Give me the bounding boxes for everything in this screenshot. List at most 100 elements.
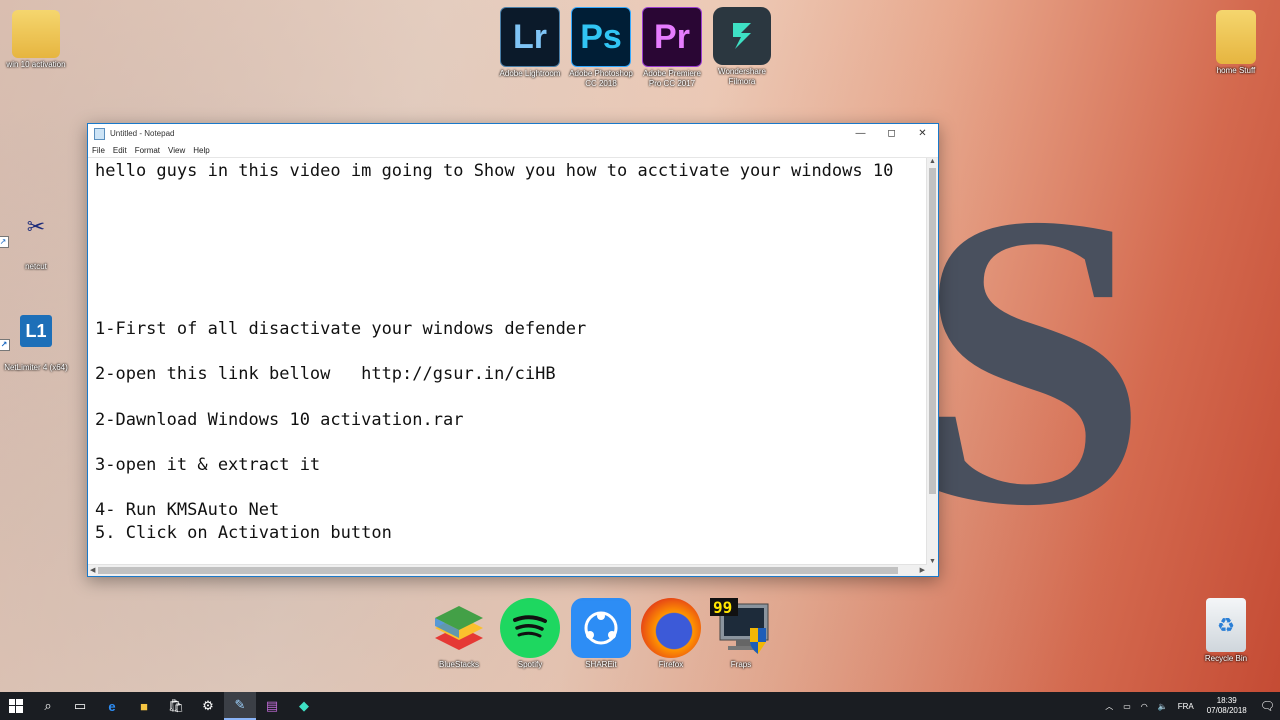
- desktop-icon-label: BlueStacks: [438, 660, 480, 669]
- scroll-up-icon[interactable]: ▲: [927, 158, 938, 165]
- text-line: [95, 296, 920, 319]
- text-line: 4- Run KMSAuto Net: [95, 499, 280, 520]
- desktop-icon-label: Wondershare Filmora: [718, 67, 766, 86]
- desktop-icon-shareit[interactable]: SHAREit: [566, 598, 636, 670]
- task-view-icon: ▭: [73, 698, 87, 713]
- spotify-icon: [500, 598, 560, 658]
- desktop-icon-label: Spotify: [517, 660, 543, 669]
- menu-format[interactable]: Format: [135, 146, 160, 155]
- task-view-button[interactable]: ▭: [64, 692, 96, 720]
- fraps-icon: 99: [710, 598, 772, 658]
- scroll-left-icon[interactable]: ◀: [90, 565, 95, 576]
- taskbar-store[interactable]: 🛍: [160, 692, 192, 720]
- taskbar-filmora[interactable]: ◆: [288, 692, 320, 720]
- notepad-icon: [94, 127, 105, 140]
- clock-time: 18:39: [1216, 696, 1237, 705]
- folder-icon: ■: [140, 698, 148, 714]
- desktop-icon-label: netcut: [25, 262, 47, 271]
- taskbar: ⌕ ▭ e ■ 🛍 ⚙ ✎ ▤ ◆ ︿ ▭ ◠ 🔈 FRA 18:39 07/0…: [0, 692, 1280, 720]
- lightroom-icon: Lr: [500, 7, 560, 67]
- edge-icon: e: [108, 698, 116, 714]
- notification-icon[interactable]: 🗨: [1260, 699, 1275, 713]
- desktop-icon-netcut[interactable]: ✂ ↗ netcut: [0, 210, 71, 272]
- minimize-button[interactable]: —: [845, 128, 876, 139]
- desktop-icon-filmora[interactable]: Wondershare Filmora: [707, 7, 777, 87]
- taskbar-settings[interactable]: ⚙: [192, 692, 224, 720]
- app-icon: ▤: [265, 698, 279, 713]
- desktop-icon-photoshop[interactable]: Ps Adobe Photoshop CC 2018: [566, 7, 636, 89]
- desktop-icon-win10-activation[interactable]: win 10 activation: [1, 10, 71, 70]
- desktop-icon-netlimiter[interactable]: L1 ↗ NetLimiter 4 (x64): [0, 315, 71, 373]
- firefox-icon: [641, 598, 701, 658]
- close-button[interactable]: ✕: [907, 128, 938, 139]
- text-line: [95, 205, 920, 228]
- text-editor-area[interactable]: hello guys in this video im going to Sho…: [88, 158, 927, 565]
- title-bar[interactable]: Untitled - Notepad — ◻ ✕: [88, 124, 938, 143]
- text-line: [95, 341, 920, 364]
- desktop-icon-recycle-bin[interactable]: ♻ Recycle Bin: [1191, 598, 1261, 664]
- volume-icon[interactable]: 🔈: [1158, 702, 1168, 711]
- desktop-icon-spotify[interactable]: Spotify: [495, 598, 565, 670]
- vertical-scrollbar[interactable]: ▲ ▼: [926, 158, 938, 565]
- text-line: 1-First of all disactivate your windows …: [95, 319, 587, 340]
- window-title: Untitled - Notepad: [110, 129, 175, 138]
- search-button[interactable]: ⌕: [32, 692, 64, 720]
- search-icon: ⌕: [44, 698, 52, 713]
- scroll-down-icon[interactable]: ▼: [927, 558, 938, 565]
- desktop-icon-premiere[interactable]: Pr Adobe Premiere Pro CC 2017: [637, 7, 707, 89]
- menu-help[interactable]: Help: [193, 146, 209, 155]
- desktop-icon-label: Adobe Photoshop CC 2018: [569, 69, 633, 88]
- horizontal-scroll-thumb[interactable]: [98, 567, 898, 574]
- desktop-icon-label: Adobe Premiere Pro CC 2017: [643, 69, 701, 88]
- text-line: 3-open it & extract it: [95, 454, 321, 475]
- desktop-icon-label: NetLimiter 4 (x64): [4, 363, 68, 372]
- netlimiter-icon: L1 ↗: [0, 315, 52, 351]
- notepad-icon: ✎: [234, 697, 246, 712]
- desktop-icon-label: SHAREit: [585, 660, 617, 669]
- desktop-icon-label: Recycle Bin: [1204, 654, 1248, 663]
- recycle-bin-icon: ♻: [1206, 598, 1246, 652]
- text-line: [95, 273, 920, 296]
- menu-view[interactable]: View: [168, 146, 185, 155]
- taskbar-file-explorer[interactable]: ■: [128, 692, 160, 720]
- menu-file[interactable]: File: [92, 146, 105, 155]
- taskbar-notepad[interactable]: ✎: [224, 692, 256, 720]
- wallpaper-letter: S: [915, 127, 1149, 592]
- svg-text:99: 99: [713, 598, 732, 617]
- vertical-scroll-thumb[interactable]: [929, 168, 936, 494]
- filmora-icon: [713, 7, 771, 65]
- notepad-window: Untitled - Notepad — ◻ ✕ File Edit Forma…: [87, 123, 939, 577]
- start-button[interactable]: [0, 692, 32, 720]
- maximize-button[interactable]: ◻: [876, 128, 907, 139]
- desktop-icon-bluestacks[interactable]: BlueStacks: [424, 598, 494, 670]
- scroll-corner: [927, 565, 938, 576]
- desktop-icon-firefox[interactable]: Firefox: [636, 598, 706, 670]
- wifi-icon[interactable]: ◠: [1141, 702, 1148, 711]
- folder-icon: [1216, 10, 1256, 64]
- taskbar-app[interactable]: ▤: [256, 692, 288, 720]
- battery-icon[interactable]: ▭: [1123, 702, 1131, 711]
- clock-date: 07/08/2018: [1206, 706, 1247, 715]
- gear-icon: ⚙: [202, 698, 214, 713]
- desktop-icon-fraps[interactable]: 99 Fraps: [706, 598, 776, 670]
- text-line: [95, 228, 920, 251]
- store-icon: 🛍: [167, 698, 185, 713]
- windows-icon: [9, 699, 23, 713]
- desktop-icon-lightroom[interactable]: Lr Adobe Lightroom: [495, 7, 565, 79]
- text-line: [95, 386, 920, 409]
- chevron-up-icon[interactable]: ︿: [1105, 701, 1113, 712]
- text-line: hello guys in this video im going to Sho…: [95, 161, 894, 181]
- text-line: [95, 431, 920, 454]
- taskbar-edge[interactable]: e: [96, 692, 128, 720]
- clock[interactable]: 18:39 07/08/2018: [1207, 696, 1247, 716]
- text-line: 5. Click on Activation button: [95, 522, 392, 543]
- bluestacks-icon: [429, 598, 489, 658]
- horizontal-scrollbar[interactable]: ◀ ▶: [88, 564, 927, 576]
- system-tray: ︿ ▭ ◠ 🔈 FRA 18:39 07/08/2018 🗨: [1100, 692, 1280, 720]
- scroll-right-icon[interactable]: ▶: [920, 565, 925, 576]
- language-indicator[interactable]: FRA: [1178, 702, 1194, 711]
- desktop-icon-home-stuff[interactable]: home Stuff: [1201, 10, 1271, 76]
- menu-edit[interactable]: Edit: [113, 146, 127, 155]
- filmora-icon: ◆: [299, 698, 309, 713]
- scissors-icon: ✂ ↗: [0, 210, 53, 248]
